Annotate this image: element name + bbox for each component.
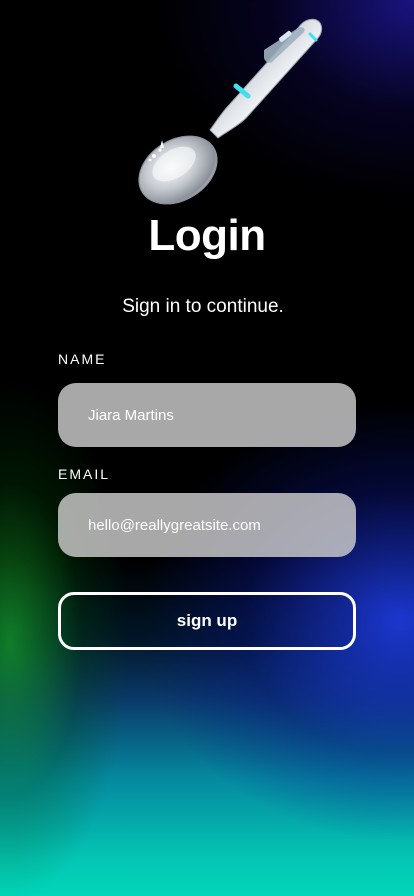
page-title: Login (148, 211, 266, 260)
page-subtitle: Sign in to continue. (122, 296, 284, 317)
name-value: Jiara Martins (88, 406, 174, 424)
smart-spoon-icon (138, 18, 323, 205)
sign-up-label: sign up (176, 611, 238, 630)
name-field[interactable]: Jiara Martins (58, 383, 356, 447)
email-value: hello@reallygreatsite.com (88, 516, 261, 534)
email-label: EMAIL (58, 466, 111, 482)
email-field[interactable]: hello@reallygreatsite.com (58, 493, 356, 557)
name-label: NAME (58, 351, 107, 367)
sign-up-button[interactable]: sign up (58, 592, 356, 650)
